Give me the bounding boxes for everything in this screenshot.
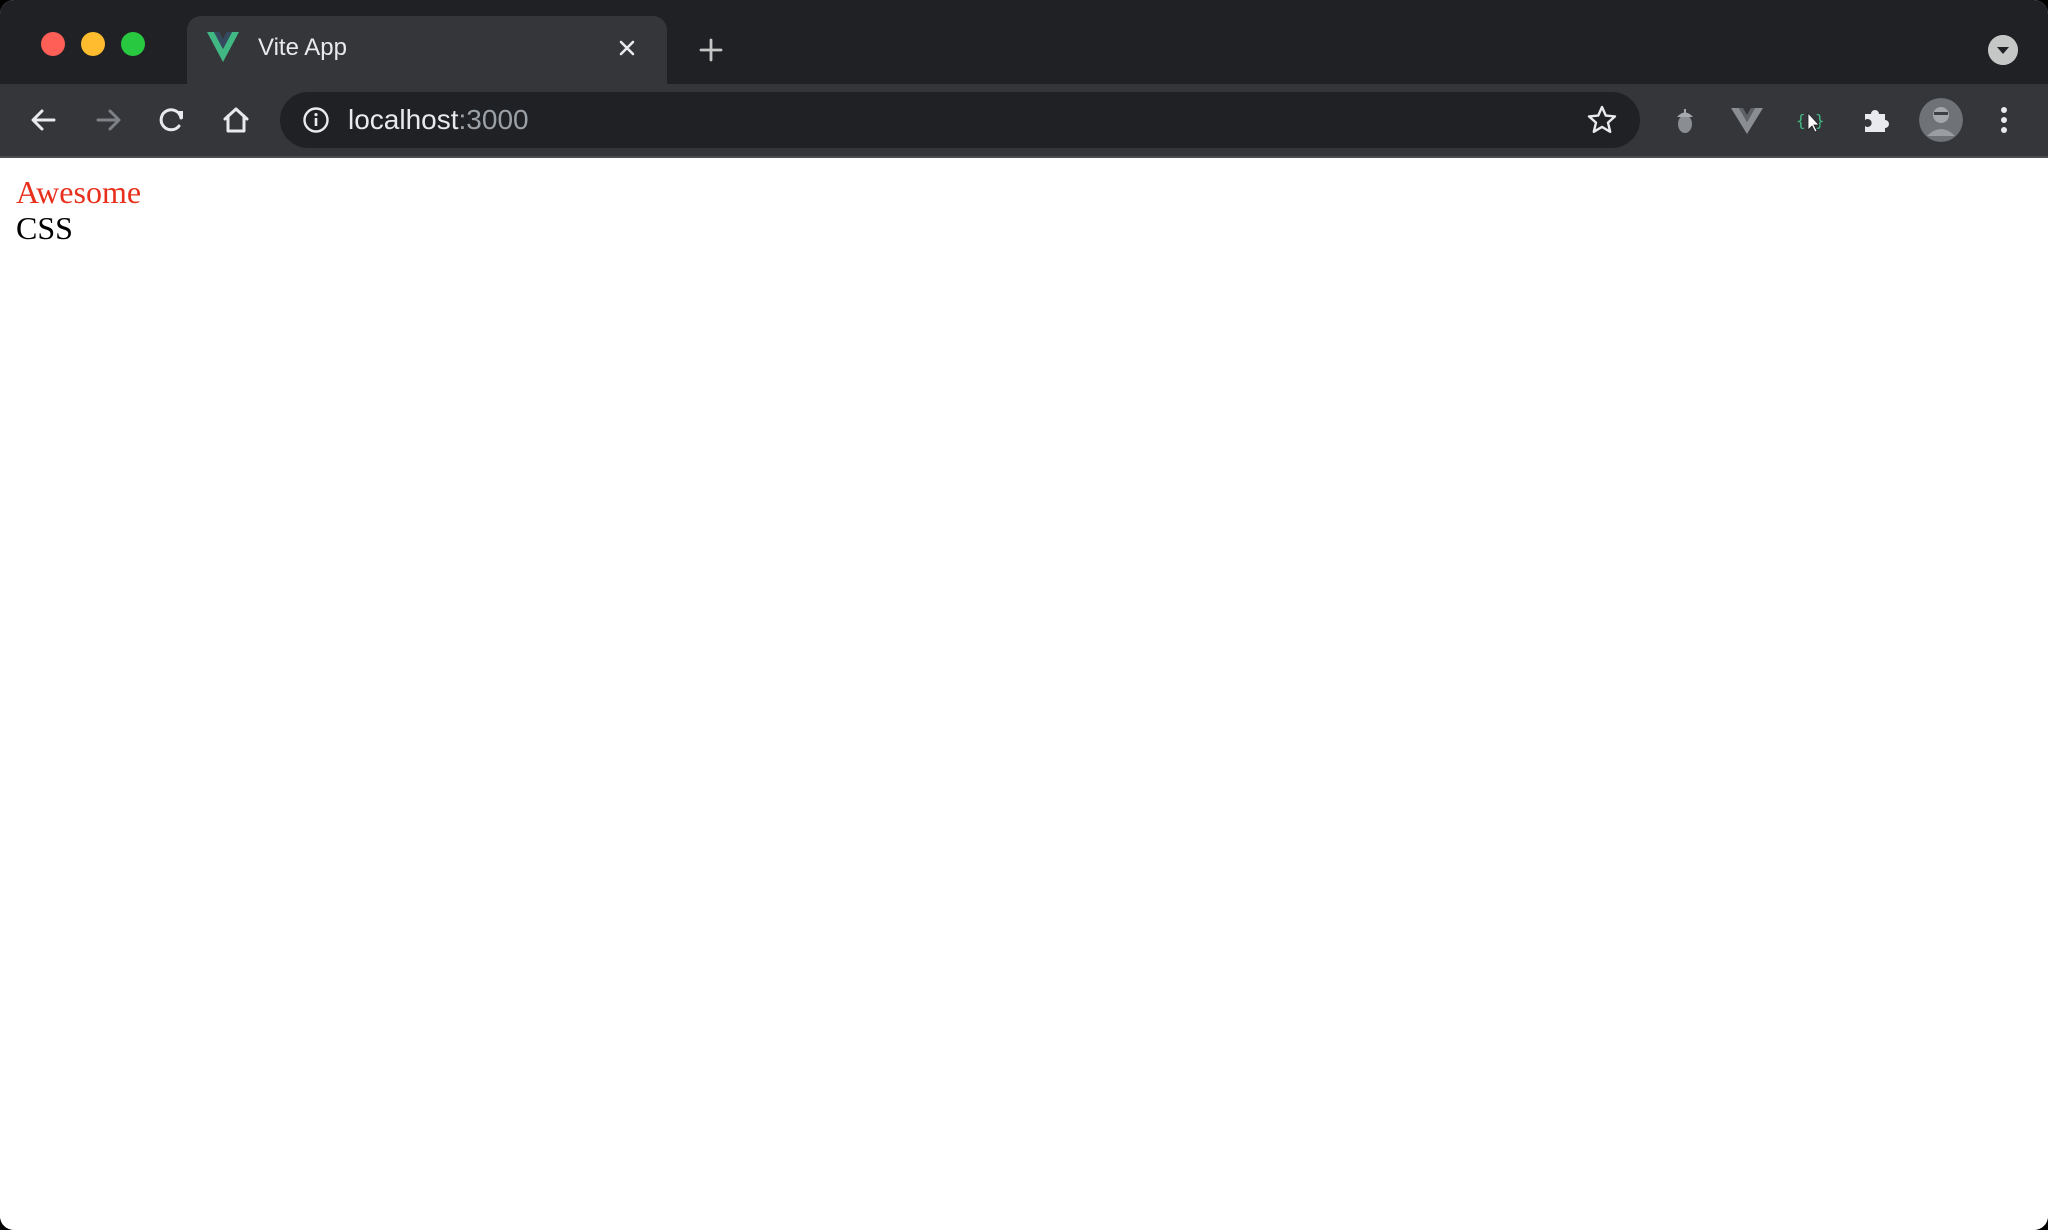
close-window-button[interactable] <box>41 32 65 56</box>
reload-icon[interactable] <box>152 100 192 140</box>
browser-window: Vite App localhost:3000 {} Awesome CSS <box>0 0 2048 1230</box>
address-bar[interactable]: localhost:3000 <box>280 92 1640 148</box>
vue-devtools-icon[interactable] <box>1727 100 1767 140</box>
arrow-left-icon[interactable] <box>24 100 64 140</box>
tab-title: Vite App <box>258 34 347 61</box>
svg-text:{: { <box>1796 111 1806 130</box>
acorn-extension-icon[interactable] <box>1665 100 1705 140</box>
chevron-down-icon[interactable] <box>1988 35 2018 65</box>
url-text[interactable]: localhost:3000 <box>348 104 529 136</box>
maximize-window-button[interactable] <box>121 32 145 56</box>
css-picker-extension-icon[interactable]: { } <box>1791 100 1831 140</box>
page-viewport: Awesome CSS <box>0 158 2048 1230</box>
close-icon[interactable] <box>611 32 643 64</box>
avatar[interactable] <box>1919 98 1963 142</box>
kebab-menu-icon[interactable] <box>1984 100 2024 140</box>
info-icon[interactable] <box>302 106 330 134</box>
plus-icon[interactable] <box>691 30 731 70</box>
star-icon[interactable] <box>1586 104 1618 136</box>
arrow-right-icon[interactable] <box>88 100 128 140</box>
url-host: localhost <box>348 104 459 135</box>
svg-text:}: } <box>1815 111 1825 130</box>
home-icon[interactable] <box>216 100 256 140</box>
page-content: Awesome CSS <box>16 174 141 246</box>
css-text: CSS <box>16 210 73 246</box>
puzzle-icon[interactable] <box>1855 100 1895 140</box>
active-tab[interactable]: Vite App <box>187 16 667 84</box>
tab-strip: Vite App <box>0 0 2048 84</box>
awesome-text: Awesome <box>16 174 142 210</box>
minimize-window-button[interactable] <box>81 32 105 56</box>
vite-v-icon <box>207 32 239 62</box>
url-port: :3000 <box>458 104 529 135</box>
